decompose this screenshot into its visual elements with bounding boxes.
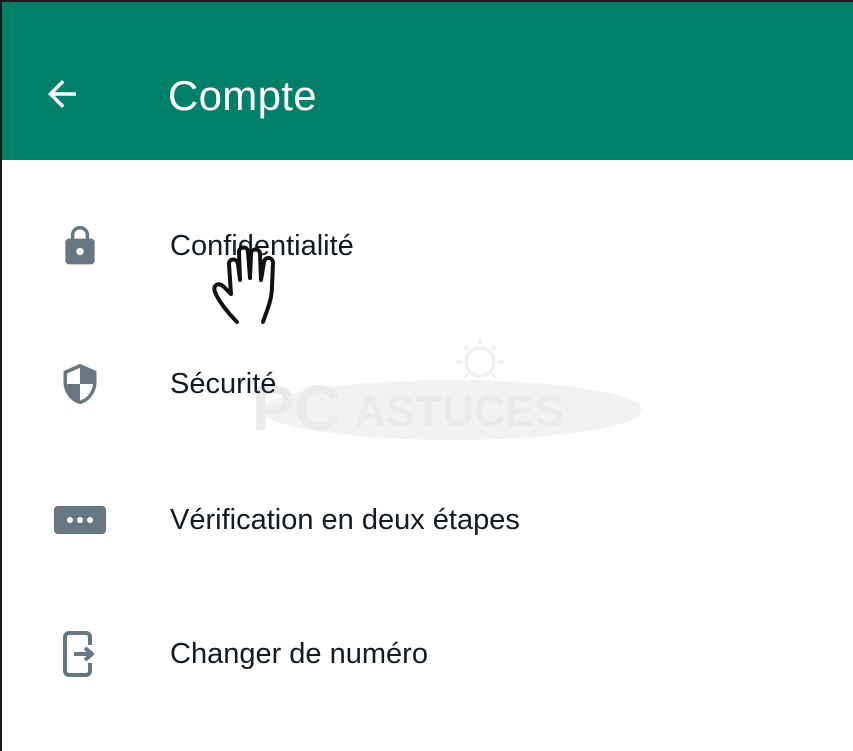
menu-item-label: Confidentialité	[170, 230, 354, 262]
menu-item-label: Changer de numéro	[170, 638, 428, 670]
menu-item-label: Vérification en deux étapes	[170, 504, 520, 536]
back-button[interactable]	[32, 64, 92, 124]
menu-item-label: Sécurité	[170, 368, 277, 400]
shield-icon	[50, 354, 110, 414]
page-title: Compte	[168, 72, 317, 119]
menu-item-confidentialite[interactable]: Confidentialité	[2, 186, 853, 306]
dots-password-icon	[50, 490, 110, 550]
menu-item-verification[interactable]: Vérification en deux étapes	[2, 458, 853, 578]
menu-item-securite[interactable]: Sécurité	[2, 324, 853, 444]
arrow-left-icon	[48, 80, 76, 108]
screen: Compte Confidentialité Sécurité Vérifica…	[0, 0, 853, 751]
change-number-icon	[50, 624, 110, 684]
lock-icon	[50, 216, 110, 276]
menu-item-changer-numero[interactable]: Changer de numéro	[2, 592, 853, 712]
app-bar: Compte	[2, 2, 853, 160]
